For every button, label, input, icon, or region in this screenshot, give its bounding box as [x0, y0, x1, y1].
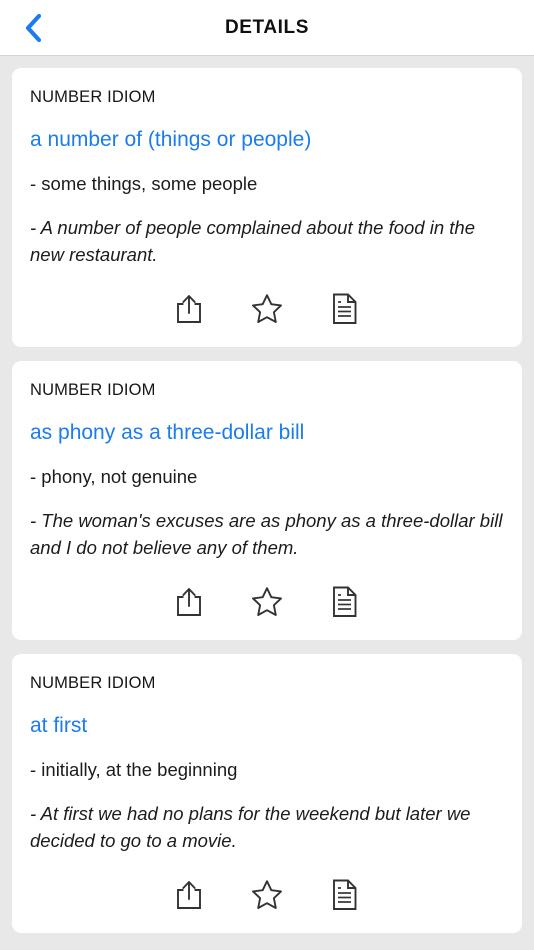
note-button[interactable] — [325, 289, 365, 329]
share-button[interactable] — [169, 875, 209, 915]
card-action-bar — [30, 285, 504, 339]
share-button[interactable] — [169, 582, 209, 622]
card-idiom-title[interactable]: at first — [30, 713, 504, 739]
idiom-card[interactable]: NUMBER IDIOM a number of (things or peop… — [12, 68, 522, 347]
document-icon — [332, 586, 358, 618]
note-button[interactable] — [325, 582, 365, 622]
idiom-card-list[interactable]: NUMBER IDIOM a number of (things or peop… — [0, 56, 534, 950]
card-example: - The woman's excuses are as phony as a … — [30, 510, 503, 559]
share-icon — [174, 293, 204, 325]
document-icon — [332, 293, 358, 325]
favorite-button[interactable] — [247, 289, 287, 329]
card-idiom-title[interactable]: a number of (things or people) — [30, 127, 504, 153]
card-definition: - phony, not genuine — [30, 466, 198, 488]
share-icon — [174, 586, 204, 618]
share-icon — [174, 879, 204, 911]
navigation-bar: DETAILS — [0, 0, 534, 56]
card-category-label: NUMBER IDIOM — [30, 380, 156, 399]
card-action-bar — [30, 578, 504, 632]
favorite-button[interactable] — [247, 582, 287, 622]
card-idiom-title[interactable]: as phony as a three-dollar bill — [30, 420, 504, 446]
chevron-left-icon — [23, 13, 43, 43]
card-example: - A number of people complained about th… — [30, 217, 475, 266]
note-button[interactable] — [325, 875, 365, 915]
card-category-label: NUMBER IDIOM — [30, 673, 156, 692]
star-icon — [251, 879, 283, 910]
document-icon — [332, 879, 358, 911]
card-category-label: NUMBER IDIOM — [30, 88, 156, 106]
share-button[interactable] — [169, 289, 209, 329]
idiom-card[interactable]: NUMBER IDIOM as phony as a three-dollar … — [12, 360, 522, 640]
card-action-bar — [30, 871, 504, 925]
page-title: DETAILS — [224, 16, 310, 38]
idiom-card[interactable]: NUMBER IDIOM at first - initially, at th… — [12, 653, 522, 933]
card-example: - At first we had no plans for the weeke… — [30, 803, 471, 851]
card-definition: - initially, at the beginning — [30, 759, 238, 781]
card-definition: - some things, some people — [30, 173, 258, 195]
back-button[interactable] — [10, 0, 56, 56]
star-icon — [251, 586, 283, 617]
favorite-button[interactable] — [247, 875, 287, 915]
star-icon — [251, 293, 283, 324]
